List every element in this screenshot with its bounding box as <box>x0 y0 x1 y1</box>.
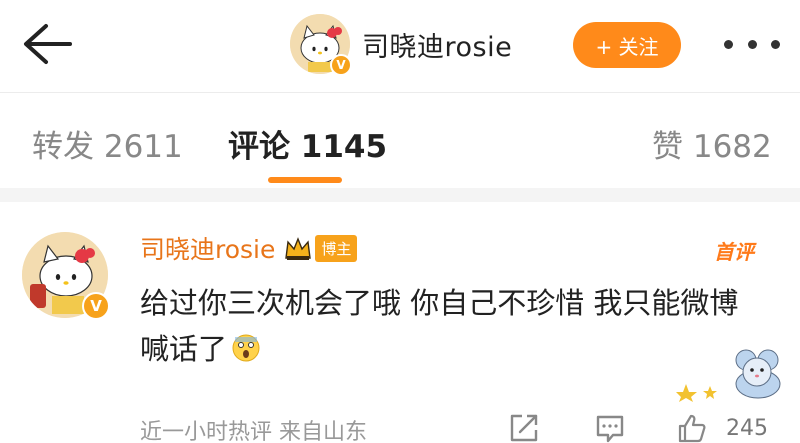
scared-face-emoji <box>232 334 260 362</box>
comment-meta: 近一小时热评 来自山东 <box>140 420 367 443</box>
comment-text: 给过你三次机会了哦 你自己不珍惜 我只能微博喊话了 <box>140 286 739 366</box>
like-count: 245 <box>726 416 768 441</box>
crown-icon <box>285 237 312 260</box>
share-icon <box>510 414 538 442</box>
profile-header[interactable]: V 司晓迪rosie <box>290 14 512 76</box>
like-button[interactable] <box>676 412 708 443</box>
avatar[interactable]: V <box>290 14 352 76</box>
tab-likes[interactable]: 赞 1682 <box>652 121 772 166</box>
verified-badge: V <box>330 54 352 76</box>
comment-header: 司晓迪rosie 博主 <box>140 230 358 266</box>
more-button[interactable] <box>724 30 780 58</box>
comment-icon <box>596 415 624 443</box>
tab-comments[interactable]: 评论 1145 <box>228 121 387 166</box>
follow-button[interactable]: + 关注 <box>573 22 681 68</box>
more-dots-icon <box>747 39 757 49</box>
more-dots-icon <box>771 39 780 49</box>
top-bar: V 司晓迪rosie + 关注 <box>0 0 800 92</box>
first-comment-badge: 首评 <box>714 240 754 264</box>
active-tab-indicator <box>268 177 342 183</box>
more-dots-icon <box>724 39 733 49</box>
author-badge: 博主 <box>315 234 358 262</box>
comment-item: V 司晓迪rosie 博主 首评 给过你三次机会了哦 你自己不珍惜 我只能微博喊… <box>0 202 800 443</box>
arrow-left-icon <box>24 24 72 64</box>
reply-button[interactable] <box>594 412 626 443</box>
thumbs-up-icon <box>678 414 706 443</box>
comment-avatar[interactable]: V <box>22 232 110 320</box>
header-username[interactable]: 司晓迪rosie <box>362 25 512 64</box>
comment-text-block: 给过你三次机会了哦 你自己不珍惜 我只能微博喊话了 <box>140 280 760 372</box>
comment-username[interactable]: 司晓迪rosie <box>140 230 275 266</box>
back-button[interactable] <box>22 22 74 66</box>
verified-badge: V <box>82 292 110 320</box>
share-button[interactable] <box>508 412 540 443</box>
section-divider <box>0 188 800 202</box>
decoration-sticker <box>676 349 781 402</box>
tab-bar: 转发 2611 评论 1145 赞 1682 <box>0 93 800 188</box>
tab-reposts[interactable]: 转发 2611 <box>32 121 183 166</box>
